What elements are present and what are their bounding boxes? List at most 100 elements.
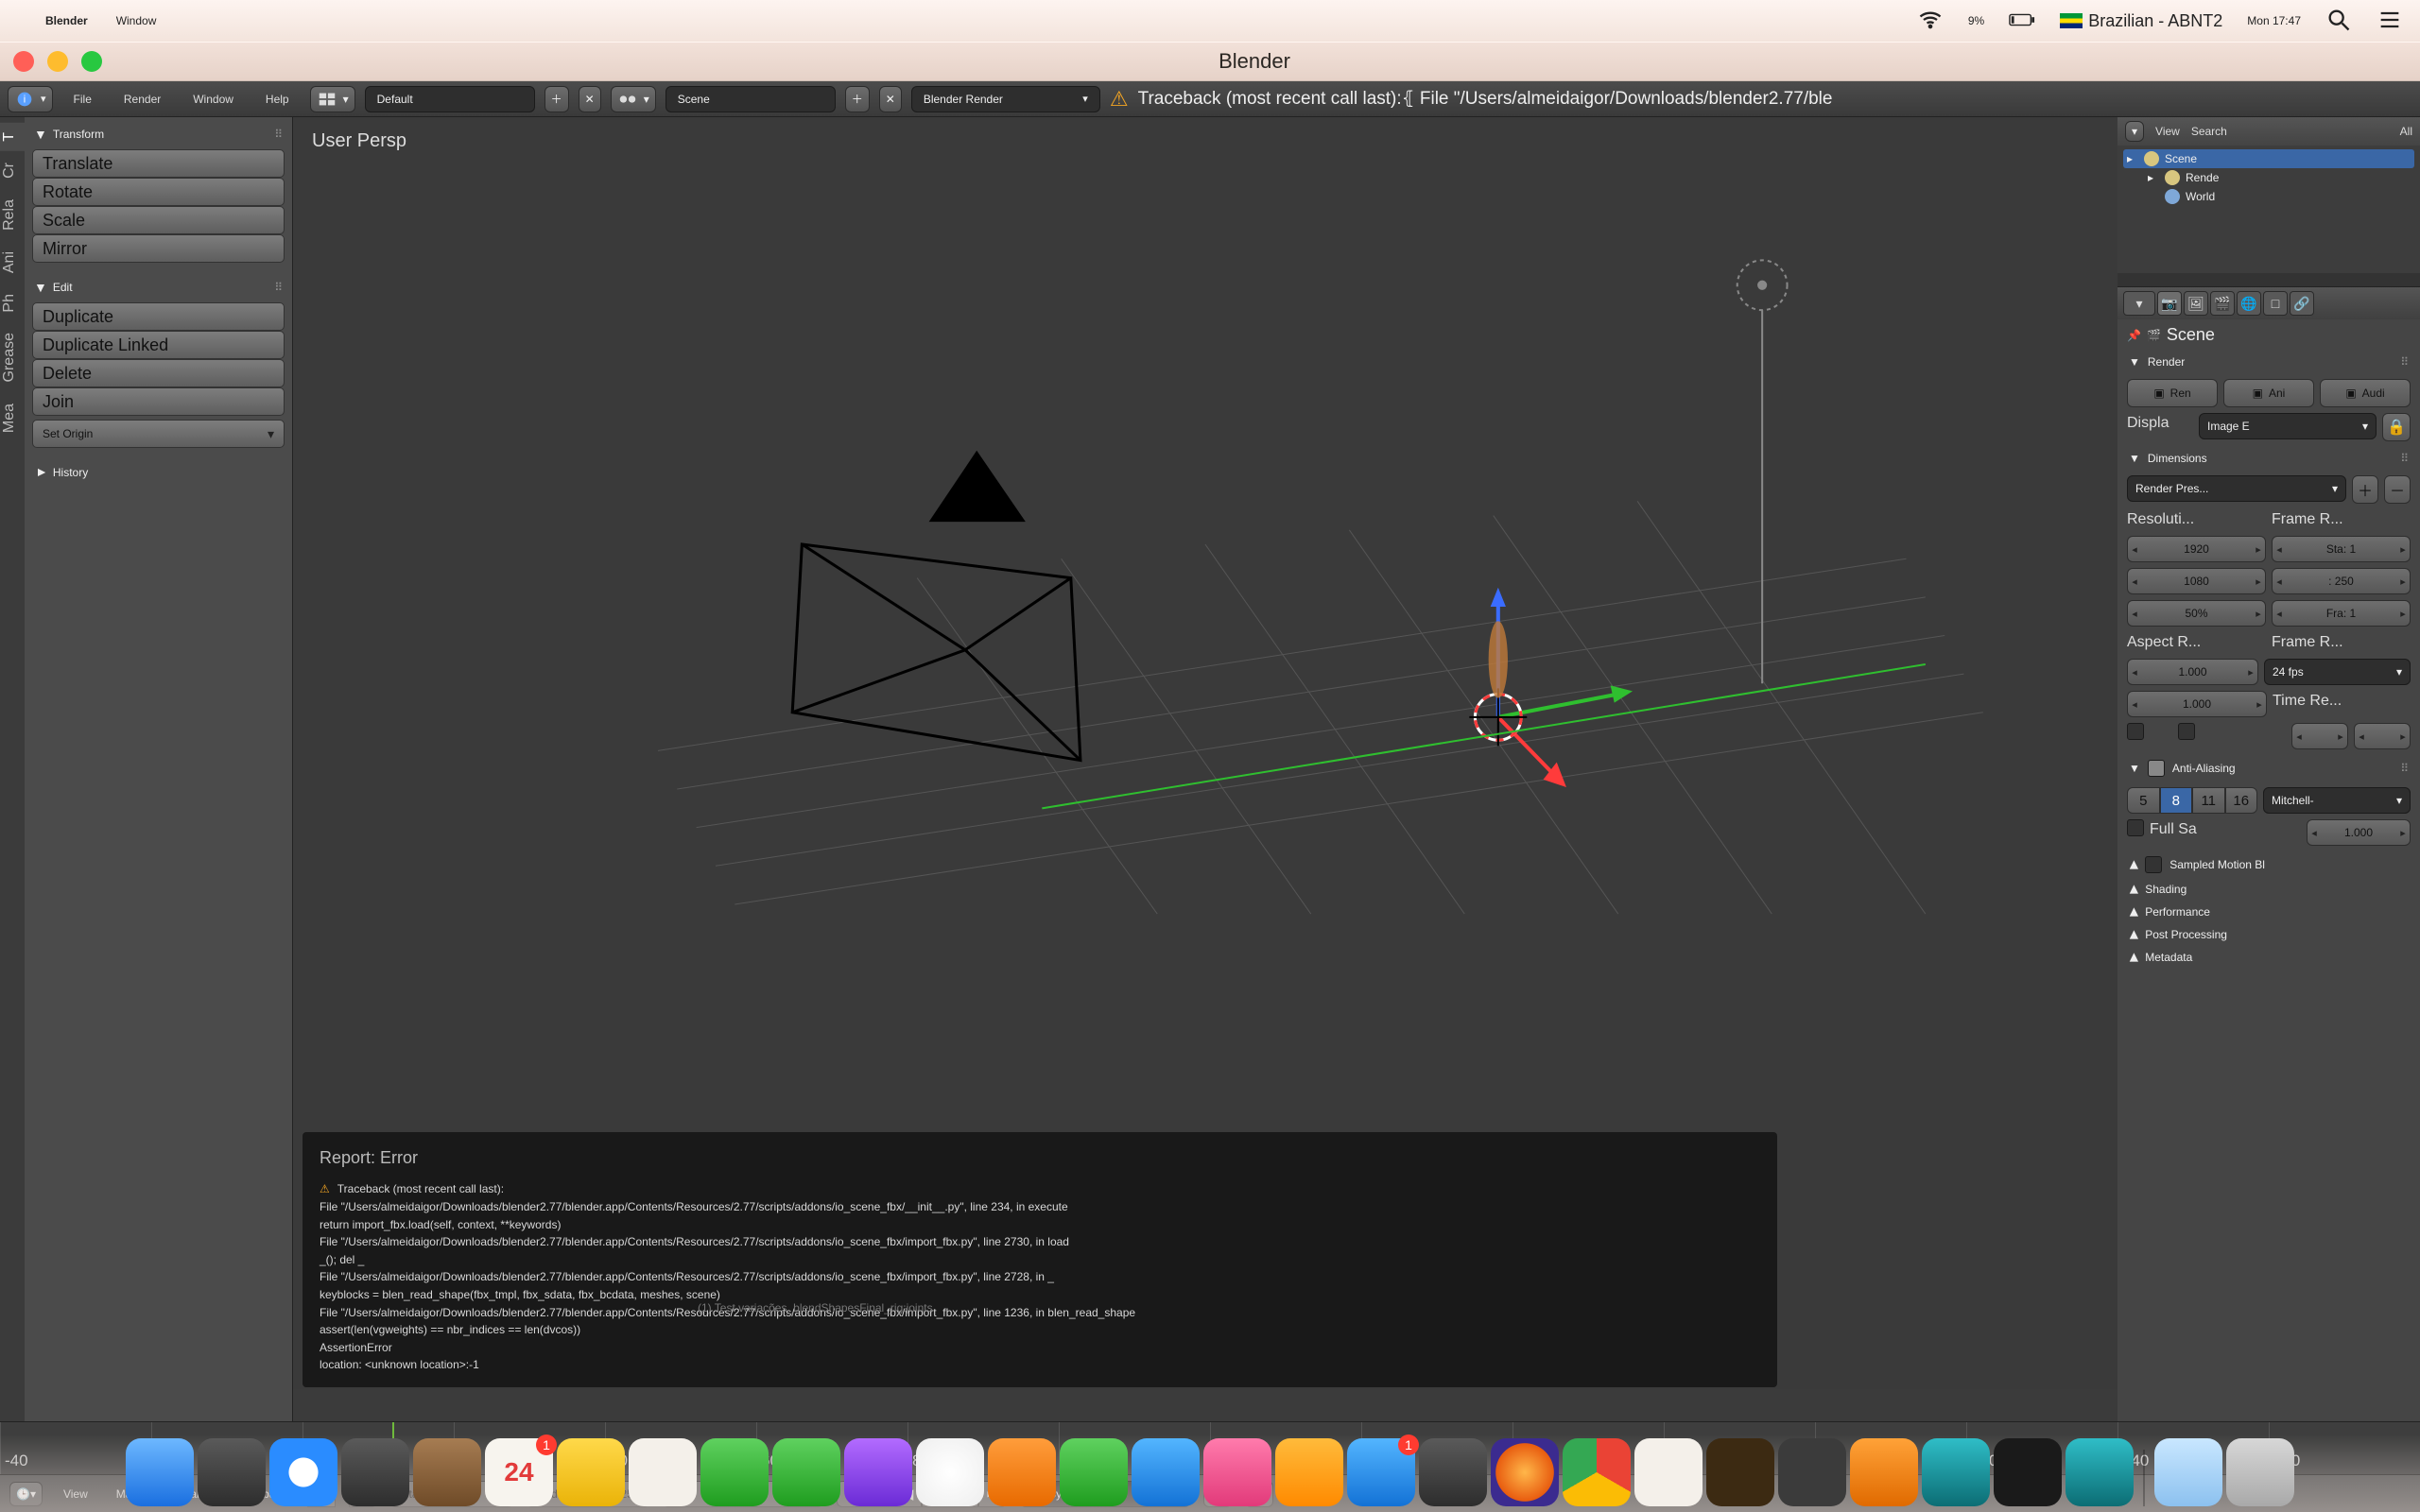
post-processing-panel-header[interactable]: ▶Post Processing [2127, 923, 2411, 946]
tab-world[interactable]: 🌐 [2237, 291, 2261, 316]
input-source[interactable]: Brazilian - ABNT2 [2060, 11, 2222, 31]
edit-section-header[interactable]: ▼Edit⠿ [32, 276, 285, 299]
outliner-view-menu[interactable]: View [2155, 125, 2180, 138]
dock-app-terminal[interactable] [1994, 1438, 2062, 1506]
app-menu[interactable]: Blender [45, 14, 88, 27]
metadata-panel-header[interactable]: ▶Metadata [2127, 946, 2411, 969]
tool-tab-ani[interactable]: Ani [0, 242, 25, 283]
mirror-button[interactable]: Mirror [32, 234, 285, 263]
frame-end-field[interactable]: ◂: 250▸ [2272, 568, 2411, 594]
dock-app-numbers[interactable] [1060, 1438, 1128, 1506]
render-menu[interactable]: Render [112, 90, 172, 109]
wifi-icon[interactable] [1917, 7, 1944, 36]
screen-layout-field[interactable]: Default [365, 86, 535, 112]
editor-type-selector[interactable]: i ▾ [8, 86, 53, 112]
dock-downloads[interactable] [2154, 1438, 2222, 1506]
join-button[interactable]: Join [32, 387, 285, 416]
dock-app-appstore[interactable]: 1 [1347, 1438, 1415, 1506]
properties-type-selector[interactable]: ▾ [2123, 291, 2155, 316]
aa-samples-16[interactable]: 16 [2225, 787, 2258, 814]
outliner-row-rende[interactable]: ▸Rende [2123, 168, 2414, 187]
history-section-header[interactable]: ▼History [32, 461, 285, 484]
dock-app-imovie[interactable] [844, 1438, 912, 1506]
pin-icon[interactable]: 📌 [2127, 329, 2141, 342]
spotlight-icon[interactable] [2325, 7, 2352, 36]
delete-button[interactable]: Delete [32, 359, 285, 387]
dock-app-contacts[interactable] [413, 1438, 481, 1506]
preset-remove-button[interactable]: － [2384, 475, 2411, 504]
duplicate-linked-button[interactable]: Duplicate Linked [32, 331, 285, 359]
aa-panel-header[interactable]: ▼ Anti-Aliasing⠿ [2127, 755, 2411, 782]
outliner-row-scene[interactable]: ▸Scene [2123, 149, 2414, 168]
rotate-button[interactable]: Rotate [32, 178, 285, 206]
window-minimize-button[interactable] [47, 51, 68, 72]
crop-checkbox[interactable] [2178, 723, 2195, 740]
notification-center-icon[interactable] [2377, 7, 2403, 36]
dock-app-keynote[interactable] [1132, 1438, 1200, 1506]
border-checkbox[interactable] [2127, 723, 2144, 740]
screen-delete-button[interactable]: ✕ [579, 86, 601, 112]
outliner-filter[interactable]: All [2400, 125, 2412, 138]
dock-app-firefox[interactable] [1491, 1438, 1559, 1506]
dock-app-blender[interactable] [1850, 1438, 1918, 1506]
aa-samples-5[interactable]: 5 [2127, 787, 2160, 814]
scene-add-button[interactable]: ＋ [845, 86, 870, 112]
aa-enabled-checkbox[interactable] [2148, 760, 2165, 777]
tab-render[interactable]: 📷 [2157, 291, 2182, 316]
expand-icon[interactable]: ▸ [2127, 152, 2138, 165]
motion-blur-checkbox[interactable] [2145, 856, 2162, 873]
outliner-search-menu[interactable]: Search [2191, 125, 2227, 138]
dock-app-launchpad[interactable] [198, 1438, 266, 1506]
old-mapping-field[interactable]: ◂▸ [2291, 723, 2348, 749]
dock-app-safari[interactable] [269, 1438, 337, 1506]
display-mode-dropdown[interactable]: Image E▾ [2199, 413, 2377, 439]
screen-browse-icon[interactable]: ▾ [310, 86, 355, 112]
tool-tab-rela[interactable]: Rela [0, 190, 25, 240]
dock-app-photos[interactable] [916, 1438, 984, 1506]
duplicate-button[interactable]: Duplicate [32, 302, 285, 331]
scale-button[interactable]: Scale [32, 206, 285, 234]
resolution-y-field[interactable]: ◂1080▸ [2127, 568, 2266, 594]
aa-samples-8[interactable]: 8 [2160, 787, 2193, 814]
ren-button[interactable]: ▣Ren [2127, 379, 2218, 407]
help-menu[interactable]: Help [254, 90, 301, 109]
dock-app-calendar[interactable]: 241 [485, 1438, 553, 1506]
ani-button[interactable]: ▣Ani [2223, 379, 2314, 407]
outliner-type-selector[interactable]: ▾ [2125, 121, 2144, 142]
outliner-scrollbar[interactable] [2118, 273, 2420, 286]
set-origin-dropdown[interactable]: Set Origin▾ [32, 420, 285, 448]
tool-tab-grease[interactable]: Grease [0, 323, 25, 391]
aa-filter-dropdown[interactable]: Mitchell-▾ [2263, 787, 2411, 814]
performance-panel-header[interactable]: ▶Performance [2127, 901, 2411, 923]
aa-samples-segmented[interactable]: 581116 [2127, 787, 2257, 814]
display-lock-button[interactable]: 🔒 [2382, 413, 2411, 441]
dock-app-chrome[interactable] [1563, 1438, 1631, 1506]
scene-field[interactable]: Scene [666, 86, 836, 112]
shading-panel-header[interactable]: ▶Shading [2127, 878, 2411, 901]
tab-object[interactable]: □ [2263, 291, 2288, 316]
new-mapping-field[interactable]: ◂▸ [2354, 723, 2411, 749]
dock-app-reminders[interactable] [629, 1438, 697, 1506]
dock-app-sysprefs[interactable] [1419, 1438, 1487, 1506]
audi-button[interactable]: ▣Audi [2320, 379, 2411, 407]
dock-app-notes[interactable] [557, 1438, 625, 1506]
datablock-name[interactable]: Scene [2167, 325, 2215, 345]
tool-tab-t[interactable]: T [0, 123, 25, 151]
resolution-pct-field[interactable]: ◂50%▸ [2127, 600, 2266, 627]
dock-app-finder[interactable] [126, 1438, 194, 1506]
render-engine-selector[interactable]: Blender Render▾ [911, 86, 1100, 112]
dock-app-pages[interactable] [988, 1438, 1056, 1506]
viewport-header-bar[interactable] [293, 1389, 2118, 1421]
tool-tab-ph[interactable]: Ph [0, 284, 25, 322]
aspect-y-field[interactable]: ◂1.000▸ [2127, 691, 2267, 717]
file-menu[interactable]: File [62, 90, 103, 109]
aa-samples-11[interactable]: 11 [2192, 787, 2225, 814]
window-menu-bl[interactable]: Window [182, 90, 245, 109]
scene-delete-button[interactable]: ✕ [879, 86, 902, 112]
window-close-button[interactable] [13, 51, 34, 72]
dock-app-itunes[interactable] [1203, 1438, 1271, 1506]
expand-icon[interactable]: ▸ [2148, 171, 2159, 184]
dock-app-maya2[interactable] [2066, 1438, 2134, 1506]
viewport-3d[interactable]: User Persp [293, 117, 2118, 1421]
frame-step-field[interactable]: ◂Fra: 1▸ [2272, 600, 2411, 627]
